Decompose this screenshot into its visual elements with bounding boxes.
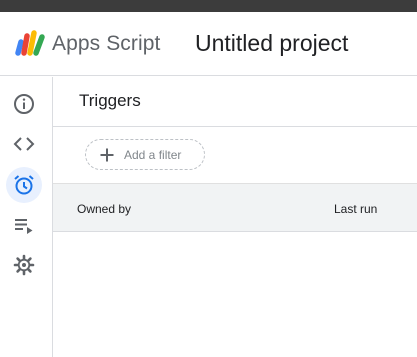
page-title: Triggers (79, 91, 141, 110)
app-header: Apps Script Untitled project (0, 12, 417, 76)
column-header-last-run[interactable]: Last run (334, 202, 377, 216)
plus-icon (100, 148, 114, 161)
sidebar-item-settings[interactable] (6, 247, 42, 283)
sidebar (0, 77, 53, 357)
gear-icon (13, 254, 35, 276)
main-content: Triggers Add a filter Owned by Last run (53, 77, 417, 357)
sidebar-item-editor[interactable] (6, 126, 42, 162)
add-filter-button[interactable]: Add a filter (85, 139, 205, 170)
info-icon (14, 94, 34, 114)
sidebar-item-overview[interactable] (6, 86, 42, 122)
app-name[interactable]: Apps Script (52, 32, 160, 56)
triggers-table-header: Owned by Last run (53, 183, 417, 232)
apps-script-logo-icon[interactable] (12, 28, 48, 58)
alarm-clock-icon (14, 175, 34, 195)
project-title[interactable]: Untitled project (195, 30, 348, 57)
playlist-play-icon (15, 219, 33, 234)
add-filter-label: Add a filter (124, 147, 182, 162)
sidebar-item-triggers[interactable] (6, 167, 42, 203)
title-divider (53, 126, 417, 127)
browser-top-strip (0, 0, 417, 12)
sidebar-item-executions[interactable] (6, 207, 42, 243)
code-icon (13, 137, 35, 151)
column-header-owned-by[interactable]: Owned by (77, 202, 131, 216)
